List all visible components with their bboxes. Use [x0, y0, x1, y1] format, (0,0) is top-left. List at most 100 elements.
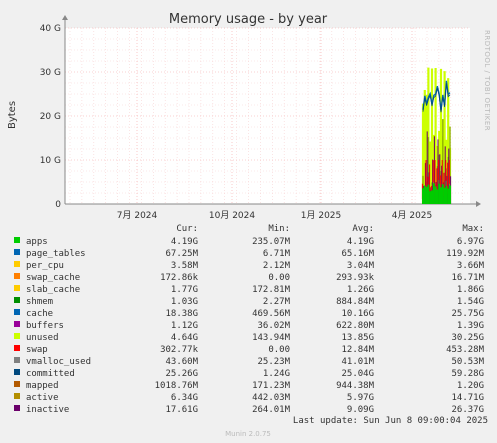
legend-avg: 9.09G	[347, 405, 374, 415]
legend-max: 1.39G	[457, 321, 484, 331]
legend-swatch	[14, 357, 20, 363]
legend-swatch	[14, 345, 20, 351]
legend-avg: 622.80M	[336, 321, 375, 331]
legend-name: slab_cache	[26, 285, 80, 295]
legend-swatch	[14, 261, 20, 267]
y-tick-label: 20 G	[40, 112, 61, 122]
y-tick-label: 30 G	[40, 68, 61, 78]
legend-avg: 1.26G	[347, 285, 374, 295]
y-tick-label: 10 G	[40, 156, 61, 166]
legend-col-header: Max:	[462, 224, 484, 234]
legend-name: swap_cache	[26, 273, 80, 283]
x-tick-label: 10月 2024	[209, 210, 255, 221]
y-axis-label: Bytes	[7, 101, 18, 129]
legend-avg: 10.16G	[341, 309, 374, 319]
legend-row-per-cpu: per_cpu 3.58M 2.12M 3.04M 3.66M	[14, 261, 485, 271]
legend-max: 453.28M	[446, 345, 485, 355]
x-ticks: 7月 2024 10月 2024 1月 2025 4月 2025	[117, 210, 433, 221]
legend-max: 1.86G	[457, 285, 484, 295]
legend-cur: 4.64G	[171, 333, 198, 343]
legend-swatch	[14, 369, 20, 375]
legend-cur: 17.61G	[165, 405, 198, 415]
y-axis-arrow	[62, 15, 68, 20]
legend-swatch	[14, 273, 20, 279]
legend-min: 25.23M	[257, 357, 290, 367]
legend-swatch	[14, 333, 20, 339]
legend-avg: 293.93k	[336, 273, 375, 283]
legend-avg: 3.04M	[347, 261, 375, 271]
legend-swatch	[14, 381, 20, 387]
legend-cur: 1.77G	[171, 285, 198, 295]
legend-swatch	[14, 249, 20, 255]
legend-max: 26.37G	[451, 405, 484, 415]
legend-max: 25.75G	[451, 309, 484, 319]
munin-version: Munin 2.0.75	[225, 430, 271, 438]
legend-name: swap	[26, 345, 48, 355]
legend-row-cache: cache 18.38G 469.56M 10.16G 25.75G	[14, 309, 484, 319]
legend-min: 235.07M	[252, 237, 291, 247]
legend-min: 0.00	[268, 273, 290, 283]
legend-name: committed	[26, 369, 75, 379]
legend-name: apps	[26, 237, 48, 247]
legend-name: buffers	[26, 321, 64, 331]
legend-max: 3.66M	[457, 261, 485, 271]
legend-avg: 65.16M	[341, 249, 374, 259]
legend-max: 16.71M	[451, 273, 484, 283]
x-tick-label: 7月 2024	[117, 210, 158, 221]
chart-title: Memory usage - by year	[169, 12, 328, 27]
legend-min: 0.00	[268, 345, 290, 355]
legend-min: 469.56M	[252, 309, 291, 319]
legend-row-swap: swap 302.77k 0.00 12.84M 453.28M	[14, 345, 485, 355]
legend-max: 14.71G	[451, 393, 484, 403]
legend-swatch	[14, 285, 20, 291]
y-ticks: 0 10 G 20 G 30 G 40 G	[40, 24, 62, 210]
legend-avg: 884.84M	[336, 297, 375, 307]
legend-row-swap-cache: swap_cache 172.86k 0.00 293.93k 16.71M	[14, 273, 485, 283]
legend-max: 1.54G	[457, 297, 484, 307]
legend-avg: 944.38M	[336, 381, 375, 391]
legend-row-committed: committed 25.26G 1.24G 25.04G 59.28G	[14, 369, 484, 379]
legend-avg: 5.97G	[347, 393, 374, 403]
legend-swatch	[14, 297, 20, 303]
legend-min: 6.71M	[263, 249, 291, 259]
legend-avg: 41.01M	[341, 357, 374, 367]
x-tick-label: 4月 2025	[392, 210, 433, 221]
legend-cur: 302.77k	[160, 345, 199, 355]
rrdtool-credit: RRDTOOL / TOBI OETIKER	[483, 30, 491, 131]
last-update: Last update: Sun Jun 8 09:00:04 2025	[293, 416, 488, 426]
legend-cur: 43.60M	[165, 357, 198, 367]
legend-swatch	[14, 405, 20, 411]
legend-min: 172.81M	[252, 285, 291, 295]
legend-name: vmalloc_used	[26, 357, 91, 367]
legend-cur: 6.34G	[171, 393, 198, 403]
legend-row-vmalloc-used: vmalloc_used 43.60M 25.23M 41.01M 50.53M	[14, 357, 485, 367]
legend-swatch	[14, 393, 20, 399]
legend-cur: 67.25M	[165, 249, 198, 259]
legend-max: 6.97G	[457, 237, 484, 247]
legend-min: 2.12M	[263, 261, 291, 271]
legend-col-header: Avg:	[352, 224, 374, 234]
legend-avg: 4.19G	[347, 237, 374, 247]
legend-min: 442.03M	[252, 393, 291, 403]
legend-min: 171.23M	[252, 381, 291, 391]
legend-cur: 18.38G	[165, 309, 198, 319]
legend-name: active	[26, 393, 59, 403]
legend-row-slab-cache: slab_cache 1.77G 172.81M 1.26G 1.86G	[14, 285, 484, 295]
y-tick-label: 40 G	[40, 24, 61, 34]
legend-name: inactive	[26, 405, 69, 415]
legend-name: mapped	[26, 381, 59, 391]
legend-avg: 25.04G	[341, 369, 374, 379]
x-axis-arrow	[476, 201, 481, 207]
legend-min: 1.24G	[263, 369, 290, 379]
legend-max: 59.28G	[451, 369, 484, 379]
chart-canvas: Memory usage - by year RRDTOOL / TOBI OE…	[7, 12, 491, 438]
legend-cur: 1.12G	[171, 321, 198, 331]
legend-header: Cur: Min: Avg: Max:	[176, 224, 484, 234]
legend-max: 50.53M	[451, 357, 484, 367]
legend-max: 119.92M	[446, 249, 485, 259]
legend-name: shmem	[26, 297, 53, 307]
legend-min: 36.02M	[257, 321, 290, 331]
legend-row-buffers: buffers 1.12G 36.02M 622.80M 1.39G	[14, 321, 484, 331]
legend-min: 2.27M	[263, 297, 291, 307]
legend-row-mapped: mapped 1018.76M 171.23M 944.38M 1.20G	[14, 381, 484, 391]
